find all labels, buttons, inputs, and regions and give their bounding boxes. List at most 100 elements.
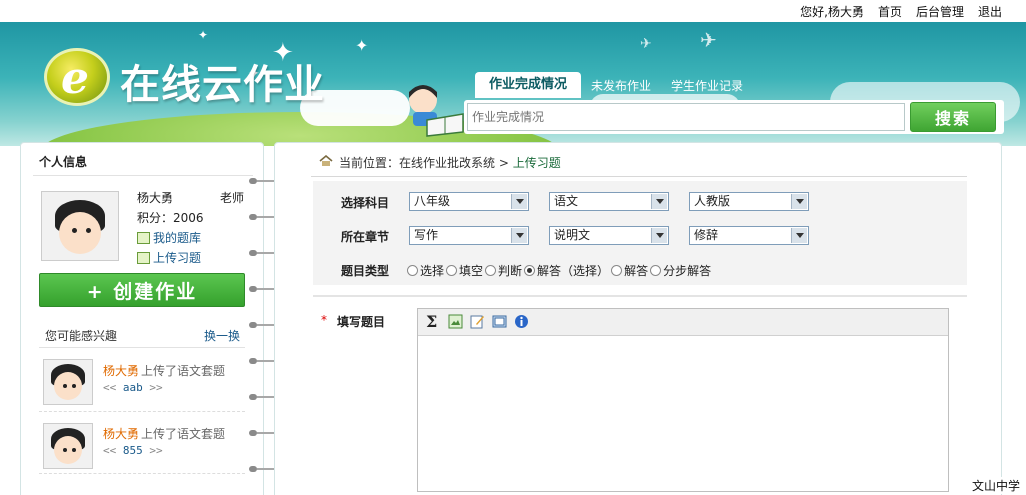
tab-student-records[interactable]: 学生作业记录 — [661, 74, 753, 98]
tab-unpublished[interactable]: 未发布作业 — [581, 74, 661, 98]
radio-button[interactable] — [650, 265, 662, 276]
avatar[interactable] — [43, 359, 93, 405]
nav-tabs: 作业完成情况 未发布作业 学生作业记录 — [475, 72, 753, 98]
subject-value: 语文 — [554, 194, 579, 208]
create-homework-button[interactable]: + 创建作业 — [39, 273, 245, 307]
upload-label: 上传习题 — [153, 251, 202, 265]
interest-author[interactable]: 杨大勇 — [103, 362, 139, 379]
avatar-eye — [63, 448, 67, 452]
chevron-down-icon — [651, 194, 667, 209]
avatar[interactable] — [41, 191, 119, 261]
type-option-label: 分步解答 — [663, 264, 712, 278]
unit-select[interactable]: 写作 — [409, 226, 529, 245]
logout-link[interactable]: 退出 — [978, 3, 1002, 20]
avatar-eye — [72, 384, 76, 388]
type-option-choice[interactable]: 选择 — [407, 262, 444, 279]
interest-code[interactable]: << aab >> — [103, 381, 163, 394]
user-name: 杨大勇 — [137, 191, 174, 205]
avatar-face — [59, 212, 101, 254]
logo-letter: e — [61, 53, 89, 104]
school-name: 文山中学 — [969, 477, 1022, 494]
unit-value: 写作 — [414, 228, 439, 242]
edit-icon[interactable] — [470, 314, 485, 329]
section-select[interactable]: 修辞 — [689, 226, 809, 245]
avatar-face — [54, 436, 82, 464]
grade-select[interactable]: 八年级 — [409, 192, 529, 211]
search-bar: 搜索 — [464, 100, 1004, 134]
home-icon — [319, 155, 333, 166]
breadcrumb-current[interactable]: 上传习题 — [513, 156, 561, 170]
type-option-label: 解答（选择） — [537, 264, 610, 278]
avatar-eye — [72, 448, 76, 452]
question-bank-icon — [137, 231, 150, 244]
top-bar: 您好,杨大勇 首页 后台管理 退出 — [0, 0, 1026, 22]
question-editor[interactable]: Σ — [417, 308, 949, 492]
question-type-group: 选择 填空 判断 解答（选择） 解答 分步解答 — [407, 262, 713, 279]
editor-toolbar: Σ — [418, 309, 948, 336]
chapter-select[interactable]: 说明文 — [549, 226, 669, 245]
type-option-label: 填空 — [459, 264, 484, 278]
search-button[interactable]: 搜索 — [910, 102, 996, 132]
chapter-value: 说明文 — [554, 228, 591, 242]
tab-homework-status[interactable]: 作业完成情况 — [475, 72, 582, 98]
chevron-down-icon — [651, 228, 667, 243]
refresh-interests-link[interactable]: 换一换 — [204, 327, 240, 344]
insert-image-icon[interactable] — [448, 314, 463, 329]
profile-panel: 个人信息 杨大勇 老师 积分：2006 我的题库 上传习题 + 创建作业 您可能… — [20, 142, 264, 495]
chevron-down-icon — [511, 228, 527, 243]
formula-sigma-icon[interactable]: Σ — [426, 312, 437, 331]
info-icon[interactable] — [514, 314, 529, 329]
type-option-answer-choice[interactable]: 解答（选择） — [524, 262, 609, 279]
radio-button[interactable] — [407, 265, 418, 276]
star-icon: ✦ — [198, 28, 209, 42]
table-icon[interactable] — [492, 314, 507, 329]
type-option-label: 判断 — [498, 264, 523, 278]
avatar-face — [54, 372, 82, 400]
chevron-down-icon — [791, 194, 807, 209]
radio-button[interactable] — [485, 265, 497, 276]
upload-icon — [137, 251, 150, 264]
site-logo[interactable]: e — [44, 48, 110, 106]
greeting-text: 您好,杨大勇 — [800, 5, 864, 19]
divider — [313, 295, 967, 297]
subject-select[interactable]: 语文 — [549, 192, 669, 211]
avatar[interactable] — [43, 423, 93, 469]
type-option-label: 选择 — [420, 264, 445, 278]
chevron-down-icon — [791, 228, 807, 243]
site-title: 在线云作业 — [120, 62, 325, 108]
my-bank-link[interactable]: 我的题库 — [137, 229, 201, 246]
airplane-icon: ✈ — [700, 28, 717, 52]
type-option-answer[interactable]: 解答 — [611, 262, 648, 279]
search-input[interactable] — [467, 103, 905, 131]
type-option-judge[interactable]: 判断 — [485, 262, 522, 279]
top-links: 您好,杨大勇 首页 后台管理 退出 — [800, 3, 1002, 20]
fill-question-label: 填写题目 — [337, 315, 386, 329]
interest-action: 上传了语文套题 — [141, 427, 226, 441]
divider — [311, 176, 967, 177]
divider — [33, 175, 253, 176]
divider — [39, 473, 245, 474]
upload-link[interactable]: 上传习题 — [137, 249, 201, 266]
radio-button[interactable] — [446, 265, 458, 276]
interest-code[interactable]: << 855 >> — [103, 444, 163, 457]
interest-code-value: 855 — [122, 444, 143, 457]
edition-select[interactable]: 人教版 — [689, 192, 809, 211]
grade-value: 八年级 — [414, 194, 451, 208]
airplane-icon: ✈ — [640, 36, 652, 52]
user-role: 老师 — [220, 191, 245, 205]
interest-title: 您可能感兴趣 — [45, 329, 118, 343]
avatar-eye — [86, 228, 91, 233]
interest-author[interactable]: 杨大勇 — [103, 425, 139, 442]
home-link[interactable]: 首页 — [878, 3, 902, 20]
upload-form-panel: 当前位置：在线作业批改系统 > 上传习题 选择科目 八年级 语文 人教版 所在章… — [274, 142, 1002, 495]
profile-panel-title: 个人信息 — [39, 155, 88, 169]
user-score: 积分：2006 — [137, 211, 204, 225]
type-option-fill[interactable]: 填空 — [446, 262, 483, 279]
section-value: 修辞 — [694, 228, 719, 242]
chevron-down-icon — [511, 194, 527, 209]
radio-button-checked[interactable] — [524, 265, 536, 276]
admin-link[interactable]: 后台管理 — [916, 3, 964, 20]
radio-button[interactable] — [611, 265, 623, 276]
edition-value: 人教版 — [694, 194, 731, 208]
type-option-step-answer[interactable]: 分步解答 — [650, 262, 711, 279]
